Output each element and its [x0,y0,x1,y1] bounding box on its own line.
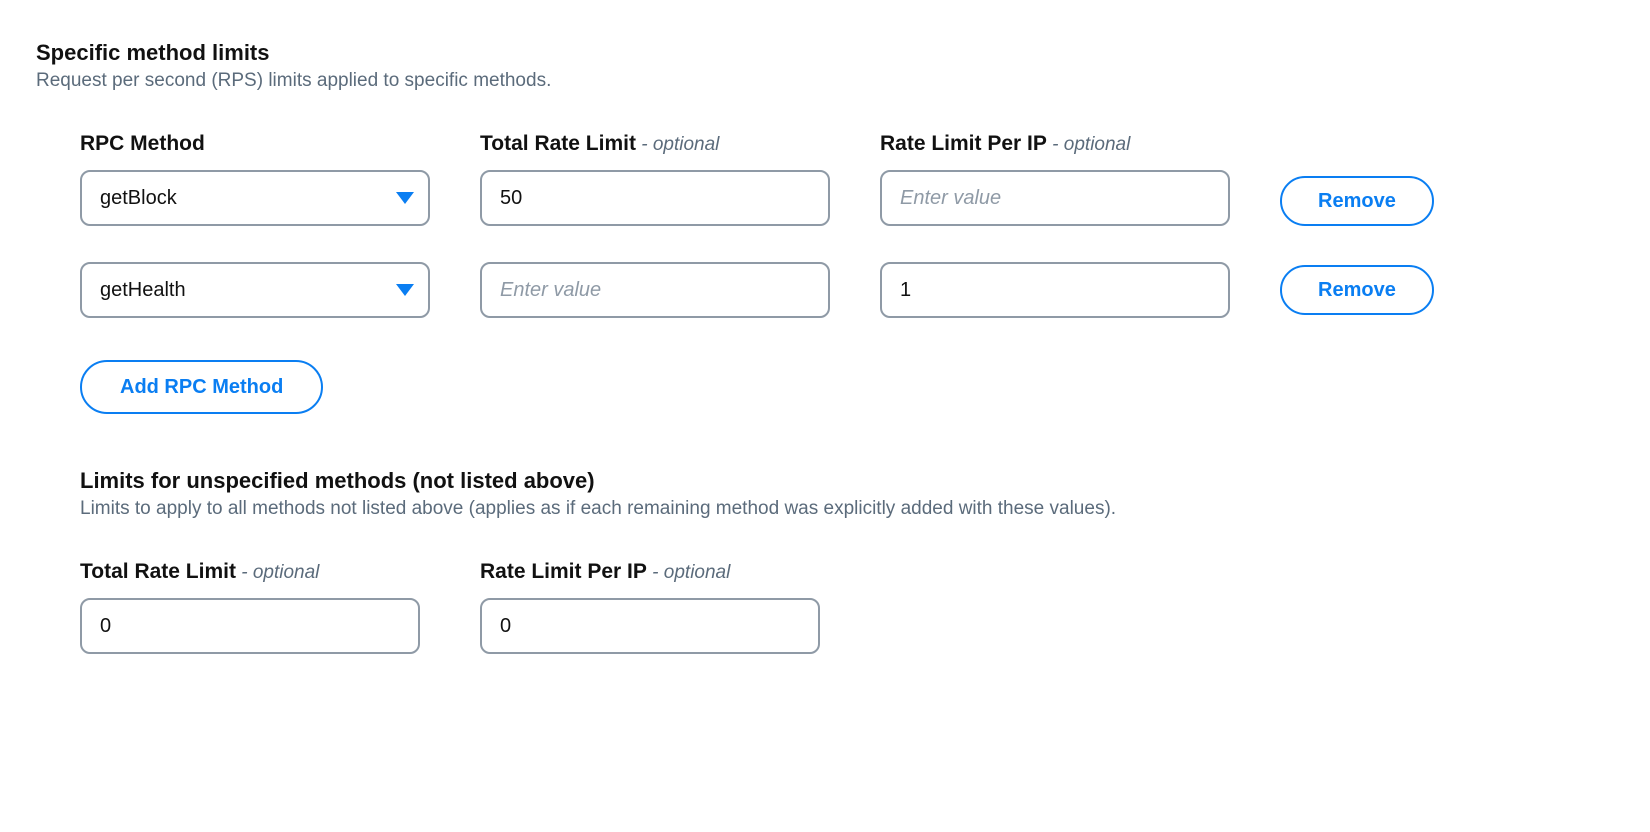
remove-button[interactable]: Remove [1280,265,1434,315]
unspecified-section: Limits for unspecified methods (not list… [36,468,1614,654]
rpc-method-header: RPC Method [80,132,430,156]
add-rpc-method-button[interactable]: Add RPC Method [80,360,323,414]
rate-limit-per-ip-input[interactable] [880,262,1230,318]
remove-button[interactable]: Remove [1280,176,1434,226]
total-rate-limit-input[interactable] [480,170,830,226]
unspecified-description: Limits to apply to all methods not liste… [80,498,1614,520]
rpc-method-select[interactable]: getBlock [80,170,430,226]
unspecified-total-input[interactable] [80,598,420,654]
method-limit-row: getHealth Remove [80,262,1614,318]
unspecified-total-header: Total Rate Limit - optional [80,560,420,584]
unspecified-per-ip-input[interactable] [480,598,820,654]
method-limit-row: RPC Method getBlock Total Rate Limit - o… [80,132,1614,226]
unspecified-per-ip-header: Rate Limit Per IP - optional [480,560,820,584]
rpc-method-select[interactable]: getHealth [80,262,430,318]
total-rate-limit-input[interactable] [480,262,830,318]
specific-section: Specific method limits Request per secon… [36,40,1614,414]
specific-rows: RPC Method getBlock Total Rate Limit - o… [36,132,1614,414]
unspecified-row: Total Rate Limit - optional Rate Limit P… [80,560,1614,654]
total-rate-limit-header: Total Rate Limit - optional [480,132,830,156]
rate-limit-per-ip-header: Rate Limit Per IP - optional [880,132,1230,156]
rate-limit-per-ip-input[interactable] [880,170,1230,226]
unspecified-title: Limits for unspecified methods (not list… [80,468,1614,494]
specific-title: Specific method limits [36,40,1614,66]
specific-description: Request per second (RPS) limits applied … [36,70,1614,92]
